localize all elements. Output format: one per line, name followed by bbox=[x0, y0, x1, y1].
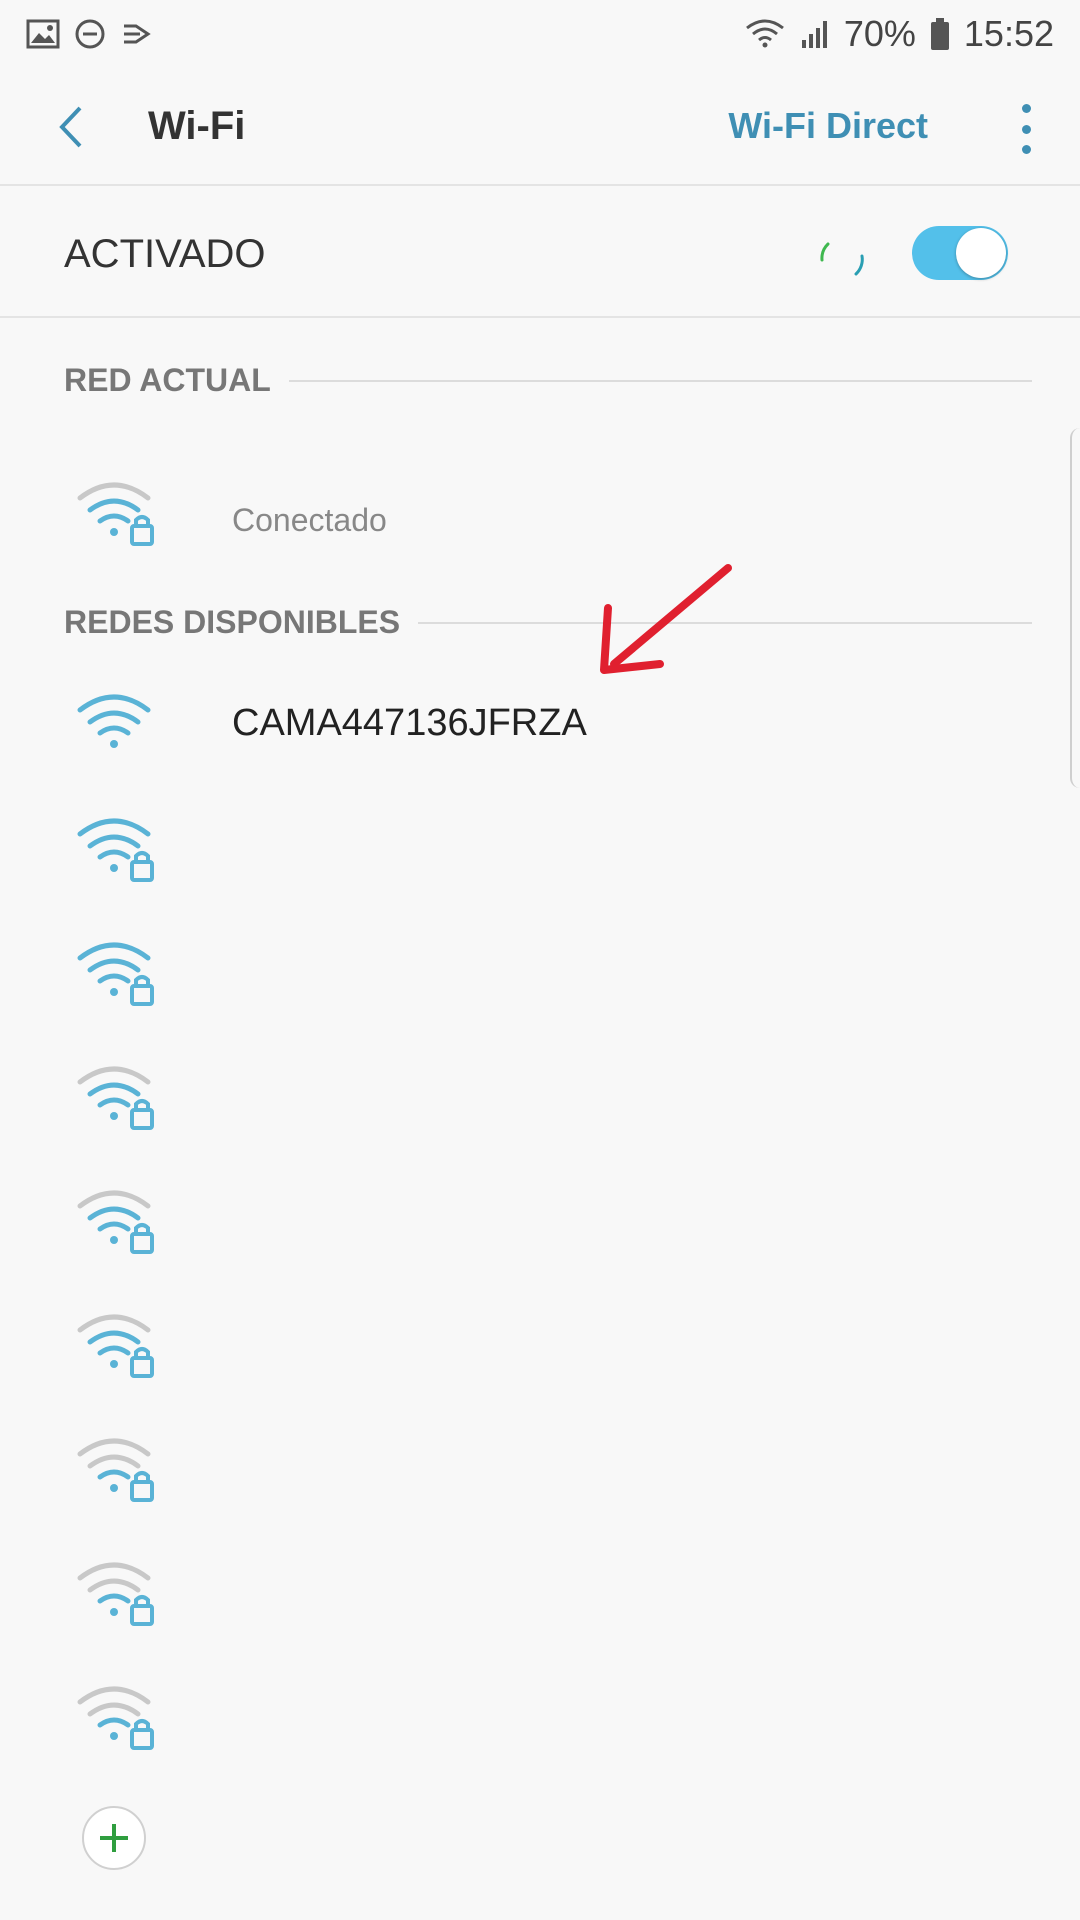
section-title-available: REDES DISPONIBLES bbox=[64, 604, 401, 640]
cast-icon bbox=[120, 18, 154, 50]
wifi-direct-button[interactable]: Wi-Fi Direct bbox=[728, 105, 928, 147]
wifi-locked-icon bbox=[77, 482, 154, 546]
network-row[interactable]: CAMA447136JFRZA bbox=[0, 662, 1080, 786]
app-bar: Wi-Fi Wi-Fi Direct bbox=[0, 68, 1080, 186]
wifi-toggle-row[interactable]: ACTIVADO bbox=[0, 188, 1080, 318]
network-row[interactable] bbox=[0, 1158, 1080, 1282]
wifi-locked-icon bbox=[77, 1686, 154, 1750]
cellular-signal-icon bbox=[800, 18, 830, 50]
switch-knob bbox=[956, 228, 1006, 278]
wifi-signal-icon bbox=[744, 18, 786, 50]
network-row[interactable] bbox=[0, 1034, 1080, 1158]
network-name: CAMA447136JFRZA bbox=[232, 702, 587, 744]
back-button[interactable] bbox=[48, 102, 98, 152]
loading-spinner-icon bbox=[820, 242, 864, 276]
plus-icon bbox=[100, 1824, 128, 1852]
wifi-locked-icon bbox=[77, 1190, 154, 1254]
current-network-row[interactable]: Conectado bbox=[0, 450, 1080, 574]
more-options-dot bbox=[1021, 124, 1031, 134]
wifi-locked-icon bbox=[77, 1314, 154, 1378]
status-bar: 70% 15:52 bbox=[0, 0, 1080, 68]
chevron-left-icon bbox=[59, 106, 82, 148]
wifi-locked-icon bbox=[77, 1438, 154, 1502]
wifi-locked-icon bbox=[77, 1562, 154, 1626]
wifi-toggle-label: ACTIVADO bbox=[64, 232, 266, 276]
wifi-locked-icon bbox=[77, 1066, 154, 1130]
status-bar-right: 70% 15:52 bbox=[744, 13, 1054, 55]
scrollbar[interactable] bbox=[1070, 428, 1080, 788]
page-title: Wi-Fi bbox=[148, 103, 246, 148]
network-row[interactable] bbox=[0, 1282, 1080, 1406]
more-options-icon bbox=[1021, 104, 1031, 113]
wifi-locked-icon bbox=[77, 942, 154, 1006]
add-network-button[interactable] bbox=[82, 1806, 146, 1870]
section-header-current: RED ACTUAL bbox=[64, 362, 1032, 399]
annotation-arrow-icon bbox=[600, 564, 732, 674]
section-header-available: REDES DISPONIBLES bbox=[64, 604, 1032, 641]
wifi-locked-icon bbox=[77, 818, 154, 882]
network-row[interactable] bbox=[0, 1654, 1080, 1778]
wifi-switch[interactable] bbox=[912, 226, 1008, 280]
image-icon bbox=[26, 19, 60, 49]
network-row[interactable] bbox=[0, 910, 1080, 1034]
battery-percent: 70% bbox=[843, 13, 916, 54]
more-options-button[interactable] bbox=[1014, 104, 1038, 154]
status-bar-left bbox=[26, 18, 154, 50]
clock: 15:52 bbox=[963, 13, 1054, 54]
current-network-status: Conectado bbox=[232, 502, 387, 538]
wifi-icon bbox=[77, 694, 151, 748]
battery-icon bbox=[930, 17, 950, 51]
more-options-dot bbox=[1021, 145, 1031, 154]
network-row[interactable] bbox=[0, 1530, 1080, 1654]
section-title-current: RED ACTUAL bbox=[64, 362, 271, 398]
divider bbox=[288, 379, 1032, 382]
do-not-disturb-icon bbox=[74, 18, 106, 50]
network-row[interactable] bbox=[0, 786, 1080, 910]
network-row[interactable] bbox=[0, 1406, 1080, 1530]
